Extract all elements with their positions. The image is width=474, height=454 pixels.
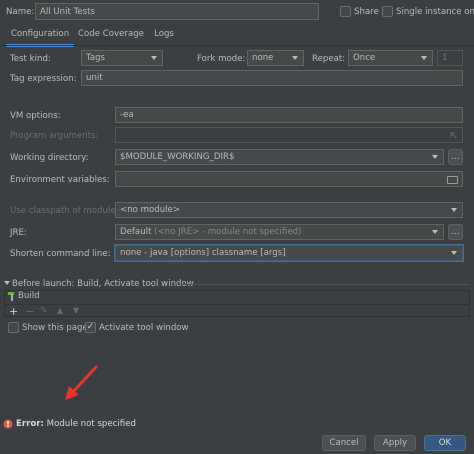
- chevron-down-icon: [416, 51, 432, 65]
- build-hammer-icon: [8, 292, 14, 301]
- cancel-button[interactable]: Cancel: [322, 435, 366, 451]
- vm-options-input[interactable]: -ea: [115, 107, 463, 123]
- expand-icon[interactable]: ⇱: [450, 128, 459, 142]
- check-icon: ✓: [86, 322, 95, 332]
- list-item[interactable]: Build: [5, 291, 469, 303]
- test-kind-label: Test kind:: [10, 54, 51, 64]
- browse-working-dir-button[interactable]: ...: [448, 149, 463, 165]
- shorten-command-line-label: Shorten command line:: [10, 249, 111, 259]
- working-directory-label: Working directory:: [10, 153, 89, 163]
- repeat-label: Repeat:: [312, 54, 346, 64]
- working-directory-combo[interactable]: $MODULE_WORKING_DIR$: [115, 149, 444, 165]
- tab-configuration-label: Configuration: [10, 29, 70, 39]
- jre-value-prefix: Default: [120, 227, 152, 237]
- chevron-down-icon: [446, 246, 462, 260]
- name-input[interactable]: All Unit Tests: [35, 3, 319, 20]
- tag-expression-value: unit: [86, 73, 103, 83]
- repeat-count-value: 1: [442, 53, 448, 63]
- single-instance-checkbox[interactable]: [382, 6, 393, 17]
- share-checkbox[interactable]: [340, 6, 351, 17]
- show-this-page-label: Show this page: [22, 323, 88, 333]
- toolbar-divider: [5, 304, 469, 305]
- program-arguments-input[interactable]: ⇱: [115, 127, 463, 143]
- annotation-arrow-icon: [65, 365, 98, 400]
- shorten-command-line-combo[interactable]: none - java [options] classname [args]: [115, 245, 463, 261]
- collapse-triangle-icon[interactable]: [4, 281, 10, 285]
- test-kind-combo[interactable]: Tags: [81, 50, 163, 66]
- tag-expression-input[interactable]: unit: [81, 70, 463, 86]
- environment-variables-label: Environment variables:: [10, 175, 110, 185]
- jre-value-rest: (<no JRE> - module not specified): [154, 227, 302, 237]
- tab-logs-label: Logs: [154, 29, 174, 39]
- working-directory-value: $MODULE_WORKING_DIR$: [120, 152, 235, 162]
- up-icon[interactable]: ▲: [57, 306, 63, 315]
- vm-options-value: -ea: [120, 110, 134, 120]
- browse-label: ...: [451, 152, 460, 162]
- ok-button[interactable]: OK: [424, 435, 466, 451]
- shorten-command-line-value: none - java [options] classname [args]: [120, 248, 286, 258]
- edit-icon[interactable]: ✎: [40, 306, 48, 316]
- classpath-value: <no module>: [120, 205, 181, 215]
- repeat-value: Once: [353, 53, 376, 63]
- repeat-combo[interactable]: Once: [348, 50, 433, 66]
- apply-button[interactable]: Apply: [374, 435, 416, 451]
- name-input-value: All Unit Tests: [40, 7, 96, 17]
- tab-code-coverage-label: Code Coverage: [78, 29, 144, 39]
- error-message: Error: Module not specified: [16, 419, 136, 429]
- tab-configuration[interactable]: Configuration: [6, 26, 74, 47]
- tab-divider: [0, 45, 474, 46]
- chevron-down-icon: [287, 51, 303, 65]
- chevron-down-icon: [427, 225, 443, 239]
- jre-combo[interactable]: Default (<no JRE> - module not specified…: [115, 224, 444, 240]
- classpath-combo[interactable]: <no module>: [115, 202, 463, 218]
- name-label: Name:: [6, 7, 35, 17]
- build-item-label: Build: [18, 291, 40, 301]
- plus-icon[interactable]: +: [9, 305, 18, 318]
- test-kind-value: Tags: [86, 53, 106, 63]
- chevron-down-icon: [446, 203, 462, 217]
- down-icon[interactable]: ▼: [73, 306, 79, 315]
- fork-mode-label: Fork mode:: [197, 54, 246, 64]
- tab-code-coverage[interactable]: Code Coverage: [78, 26, 144, 44]
- repeat-count-field[interactable]: 1: [437, 50, 463, 66]
- before-launch-header: Before launch: Build, Activate tool wind…: [12, 279, 194, 289]
- browse-jre-button[interactable]: ...: [448, 224, 463, 240]
- classpath-label: Use classpath of module:: [10, 206, 119, 216]
- environment-variables-input[interactable]: [115, 171, 463, 187]
- folder-icon[interactable]: [447, 176, 458, 184]
- chevron-down-icon: [427, 150, 443, 164]
- browse-label: ...: [451, 227, 460, 237]
- show-this-page-checkbox[interactable]: [8, 322, 19, 333]
- program-arguments-label: Program arguments:: [10, 131, 99, 141]
- tab-logs[interactable]: Logs: [150, 26, 178, 44]
- tag-expression-label: Tag expression:: [10, 74, 77, 84]
- single-instance-label: Single instance only: [396, 7, 474, 17]
- error-prefix: Error:: [16, 419, 44, 429]
- error-text: Module not specified: [46, 419, 136, 429]
- minus-icon[interactable]: −: [25, 305, 34, 318]
- share-label: Share: [354, 7, 379, 17]
- before-launch-divider: [180, 284, 469, 285]
- activate-tool-window-checkbox[interactable]: ✓: [85, 322, 96, 333]
- fork-mode-combo[interactable]: none: [247, 50, 304, 66]
- fork-mode-value: none: [252, 53, 274, 63]
- activate-tool-window-label: Activate tool window: [99, 323, 189, 333]
- jre-label: JRE:: [10, 228, 27, 238]
- error-icon: [3, 419, 13, 429]
- chevron-down-icon: [146, 51, 162, 65]
- vm-options-label: VM options:: [10, 111, 61, 121]
